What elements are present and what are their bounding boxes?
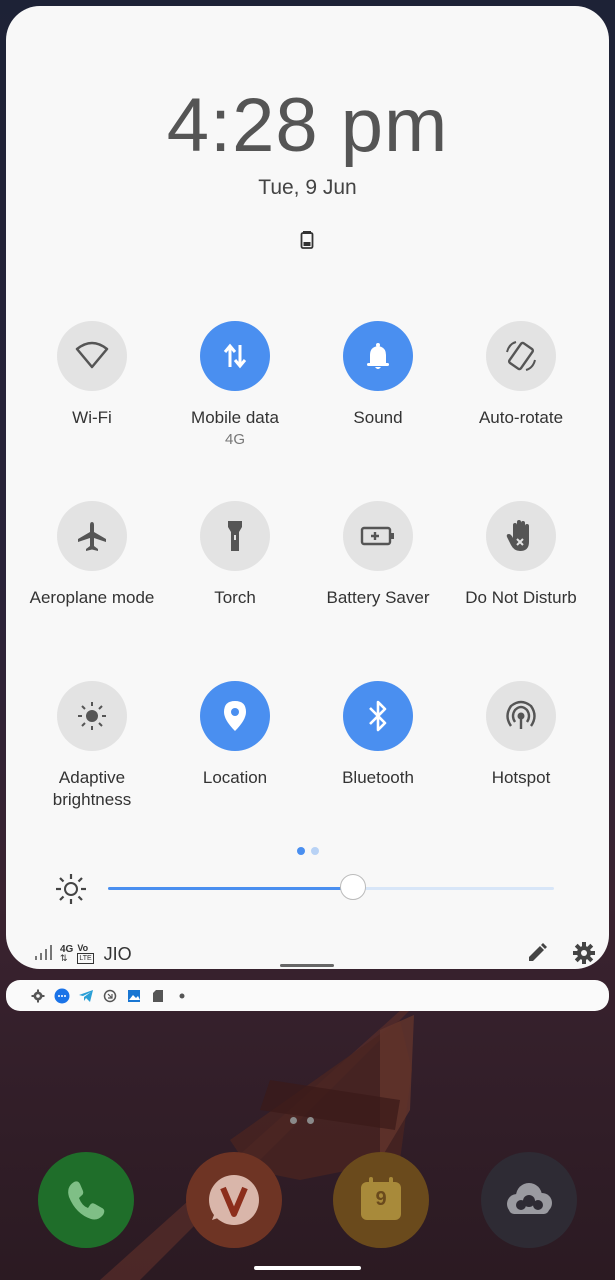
tile-label: Battery Saver [326,588,430,607]
do-not-disturb-icon[interactable] [486,501,556,571]
volte-label: Vo [77,943,89,953]
tile-auto-rotate[interactable]: Auto-rotate [451,321,591,429]
tile-label: Adaptive brightness [52,768,132,809]
calendar-day: 9 [375,1188,387,1210]
settings-icon [30,988,46,1004]
notification-icons-bar[interactable] [6,980,609,1011]
tile-hotspot[interactable]: Hotspot [451,681,591,789]
tile-bluetooth[interactable]: Bluetooth [308,681,448,789]
brightness-icon [54,872,88,911]
mobile-data-icon[interactable] [200,321,270,391]
tile-mobile-data[interactable]: Mobile data 4G [165,321,305,451]
clock-date[interactable]: Tue, 9 Jun [6,176,609,200]
bluetooth-icon[interactable] [343,681,413,751]
airplane-icon[interactable] [57,501,127,571]
bell-icon[interactable] [343,321,413,391]
home-page-dot [307,1117,314,1124]
gallery-icon [126,988,142,1004]
tile-label: Mobile data [191,408,279,427]
page-dot-active [297,847,305,855]
telegram-icon [78,988,94,1004]
phone-app-icon[interactable] [38,1152,134,1248]
gesture-navigation-bar[interactable] [254,1266,361,1270]
tile-sublabel: 4G [224,431,245,448]
tile-label: Wi-Fi [72,408,112,427]
location-icon[interactable] [200,681,270,751]
hotspot-icon[interactable] [486,681,556,751]
calendar-app-icon[interactable]: 9 [333,1152,429,1248]
home-page-dot [290,1117,297,1124]
brightness-slider[interactable] [108,874,554,900]
home-page-indicator [290,1111,324,1129]
settings-icon[interactable] [573,942,595,969]
volte-indicator: Vo LTE [77,943,94,964]
adaptive-brightness-icon[interactable] [57,681,127,751]
tile-torch[interactable]: Torch [165,501,305,609]
page-dot [311,847,319,855]
network-type-indicator: 4G ⇅ [60,945,73,963]
vivaldi-app-icon[interactable] [186,1152,282,1248]
signal-strength-icon [34,943,54,966]
nextcloud-app-icon[interactable] [481,1152,577,1248]
tile-adaptive-brightness[interactable]: Adaptive brightness [22,681,162,811]
tile-label: Bluetooth [342,768,414,787]
tile-location[interactable]: Location [165,681,305,789]
tile-battery-saver[interactable]: Battery Saver [308,501,448,609]
tile-sound[interactable]: Sound [308,321,448,429]
auto-rotate-icon[interactable] [486,321,556,391]
wifi-icon[interactable] [57,321,127,391]
messages-icon [54,988,70,1004]
edit-icon[interactable] [526,942,548,969]
panel-drag-handle[interactable] [280,964,334,967]
network-activity-arrows: ⇅ [60,953,68,963]
brightness-slider-thumb[interactable] [340,874,367,900]
quick-settings-panel: 4:28 pm Tue, 9 Jun Wi-Fi Mobile data 4G … [6,6,609,969]
sync-icon [102,988,118,1004]
tile-label: Torch [214,588,256,607]
battery-saver-icon[interactable] [343,501,413,571]
tile-label: Location [202,768,268,787]
battery-icon [300,230,314,255]
lte-label: LTE [77,953,94,964]
brightness-slider-fill [108,887,354,890]
tile-aeroplane-mode[interactable]: Aeroplane mode [22,501,162,609]
tile-label: Hotspot [491,768,551,787]
tile-label: Auto-rotate [478,408,564,427]
status-bar: 4G ⇅ Vo LTE JIO [34,942,132,966]
sd-card-icon [150,988,166,1004]
tile-label: Sound [353,408,403,427]
tile-do-not-disturb[interactable]: Do Not Disturb [451,501,591,609]
page-indicator [297,842,325,860]
more-dot-icon [174,988,190,1004]
clock-time[interactable]: 4:28 pm [6,82,609,169]
torch-icon[interactable] [200,501,270,571]
tile-wifi[interactable]: Wi-Fi [22,321,162,429]
tile-label: Do Not Disturb [465,588,577,607]
carrier-name: JIO [103,943,132,964]
tile-label: Aeroplane mode [29,588,155,607]
